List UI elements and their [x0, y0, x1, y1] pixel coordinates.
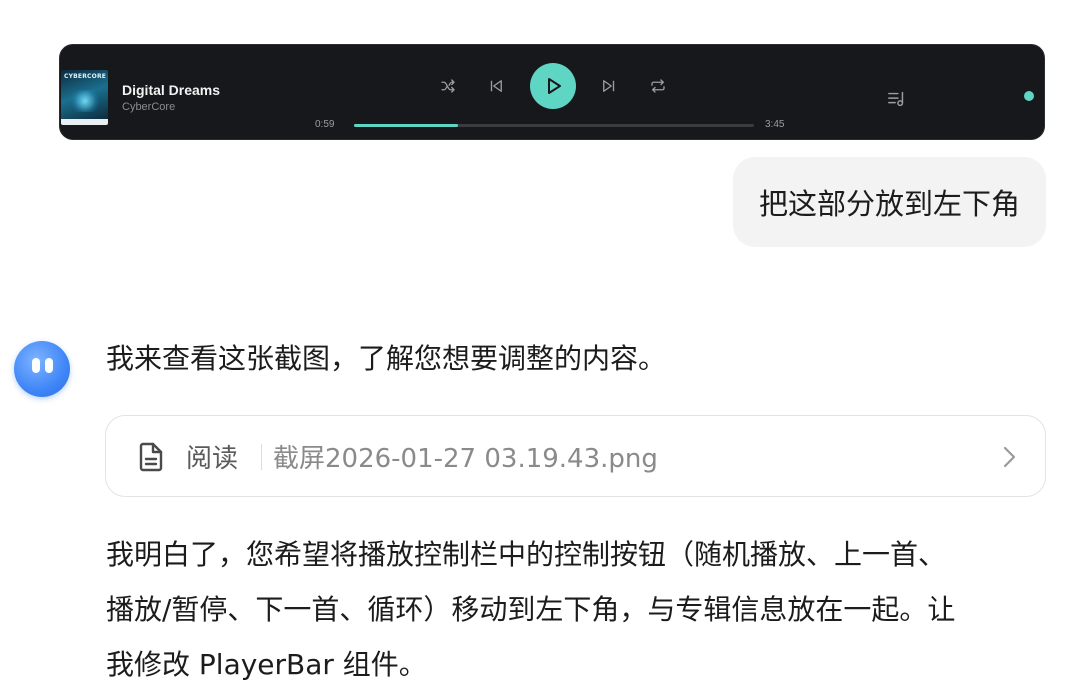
progress-fill: [354, 124, 458, 127]
assistant-message-2-line: 播放/暂停、下一首、循环）移动到左下角，与专辑信息放在一起。让: [106, 593, 956, 626]
track-title: Digital Dreams: [122, 82, 221, 98]
assistant-message-1: 我来查看这张截图，了解您想要调整的内容。: [106, 342, 667, 375]
shuffle-button[interactable]: [437, 75, 459, 97]
shuffle-icon: [441, 79, 455, 93]
skip-next-icon: [603, 80, 615, 92]
assistant-message-2-line: 我修改 PlayerBar 组件。: [106, 648, 427, 681]
track-artist: CyberCore: [122, 101, 176, 113]
previous-button[interactable]: [485, 75, 507, 97]
status-dot: [1024, 91, 1034, 101]
assistant-message-2-line: 我明白了，您希望将播放控制栏中的控制按钮（随机播放、上一首、: [106, 538, 947, 571]
album-art-text: CYBERCORE: [64, 73, 107, 80]
repeat-button[interactable]: [647, 75, 669, 97]
repeat-icon: [651, 79, 665, 93]
player-bar-screenshot: CYBERCORE Digital Dreams CyberCore 0:59: [59, 44, 1045, 140]
chevron-right-icon: [1003, 446, 1016, 468]
play-icon: [548, 78, 561, 94]
queue-list-icon: [888, 91, 904, 107]
skip-previous-icon: [490, 80, 502, 92]
assistant-message-2: 我明白了，您希望将播放控制栏中的控制按钮（随机播放、上一首、 播放/暂停、下一首…: [106, 527, 1046, 692]
play-pause-button[interactable]: [530, 63, 576, 109]
document-icon: [139, 442, 163, 472]
assistant-avatar-icon: [14, 341, 70, 397]
album-art: CYBERCORE: [61, 70, 108, 125]
queue-button[interactable]: [886, 89, 908, 109]
current-time: 0:59: [315, 119, 335, 130]
user-message-bubble: 把这部分放到左下角: [732, 157, 1046, 247]
file-action-label: 阅读: [186, 444, 239, 474]
divider: [261, 444, 262, 470]
file-read-card[interactable]: 阅读 截屏2026-01-27 03.19.43.png: [105, 415, 1046, 497]
total-time: 3:45: [765, 119, 785, 130]
progress-bar[interactable]: [354, 124, 754, 127]
file-name: 截屏2026-01-27 03.19.43.png: [273, 444, 658, 474]
next-button[interactable]: [598, 75, 620, 97]
